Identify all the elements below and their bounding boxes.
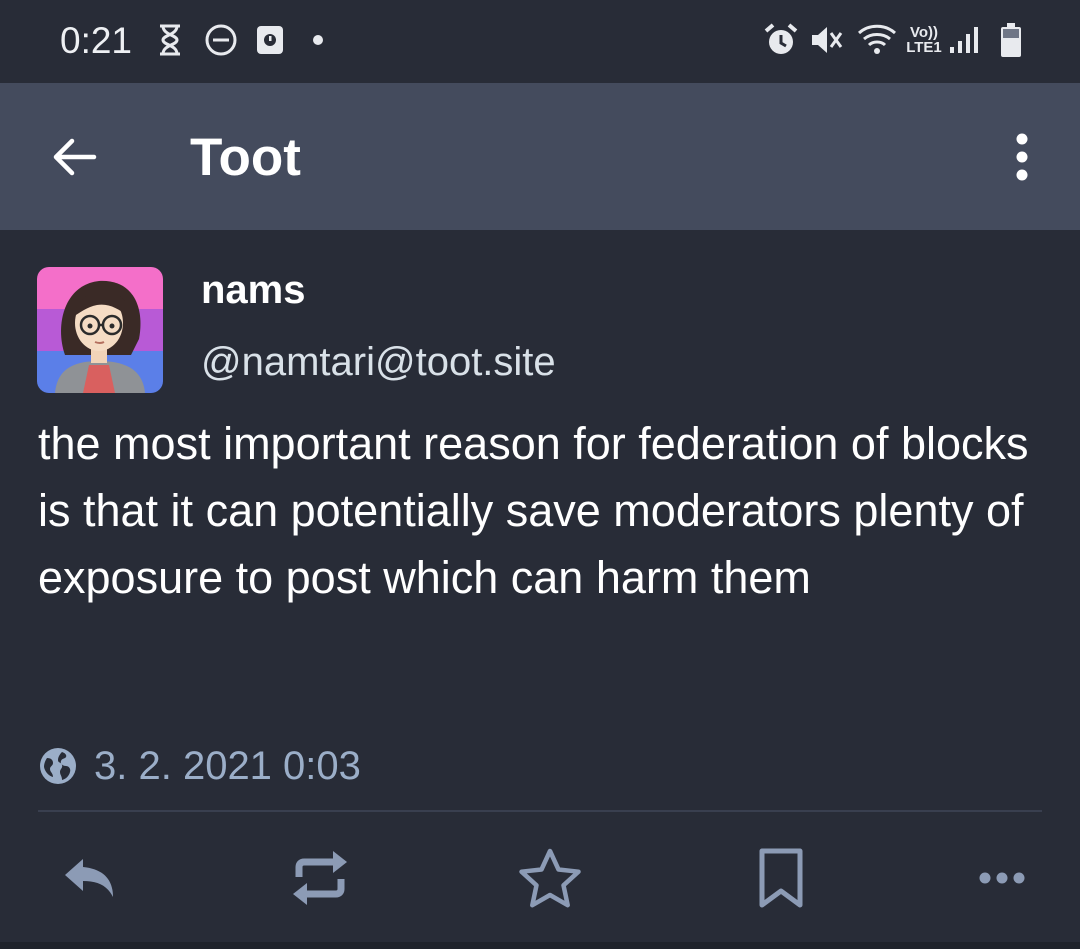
wifi-icon (857, 22, 897, 58)
status-meta: 3. 2. 2021 0:03 (38, 738, 361, 794)
reply-icon (65, 859, 113, 897)
bookmark-button[interactable] (746, 845, 816, 911)
boost-button[interactable] (285, 845, 355, 911)
display-name[interactable]: nams (201, 268, 306, 313)
status-timestamp: 3. 2. 2021 0:03 (94, 743, 361, 788)
avatar-image (37, 267, 163, 393)
star-icon (519, 848, 581, 908)
arrow-left-icon (53, 138, 97, 176)
globe-icon (40, 748, 76, 784)
do-not-disturb-icon (203, 22, 239, 58)
signal-icon (948, 22, 980, 58)
alarm-icon (763, 22, 799, 58)
divider (38, 810, 1042, 812)
screen-time-icon (255, 22, 285, 58)
more-horizontal-icon (979, 872, 1025, 884)
bookmark-icon (759, 848, 803, 908)
back-button[interactable] (44, 129, 104, 185)
status-bar: 0:21 Vo)) LTE1 (0, 0, 1080, 83)
lte-label: LTE1 (906, 39, 942, 56)
volte-icon: Vo)) LTE1 (903, 22, 945, 58)
status-detail: nams @namtari@toot.site the most importa… (0, 230, 1080, 949)
page-title: Toot (190, 128, 301, 187)
status-time: 0:21 (60, 20, 133, 61)
notification-dot-icon (310, 22, 326, 58)
overflow-menu-button[interactable] (1000, 127, 1044, 187)
bottom-edge (0, 942, 1080, 949)
account-handle[interactable]: @namtari@toot.site (201, 340, 556, 385)
battery-icon (998, 22, 1024, 58)
more-vertical-icon (1016, 133, 1028, 181)
more-actions-button[interactable] (967, 845, 1037, 911)
app-bar: Toot (0, 83, 1080, 230)
favourite-button[interactable] (515, 845, 585, 911)
hourglass-icon (155, 22, 185, 58)
avatar[interactable] (37, 267, 163, 393)
repeat-icon (293, 851, 347, 905)
vibrate-mute-icon (808, 22, 844, 58)
status-content: the most important reason for federation… (38, 418, 1029, 603)
volte-label: Vo)) (909, 24, 939, 41)
reply-button[interactable] (54, 845, 124, 911)
